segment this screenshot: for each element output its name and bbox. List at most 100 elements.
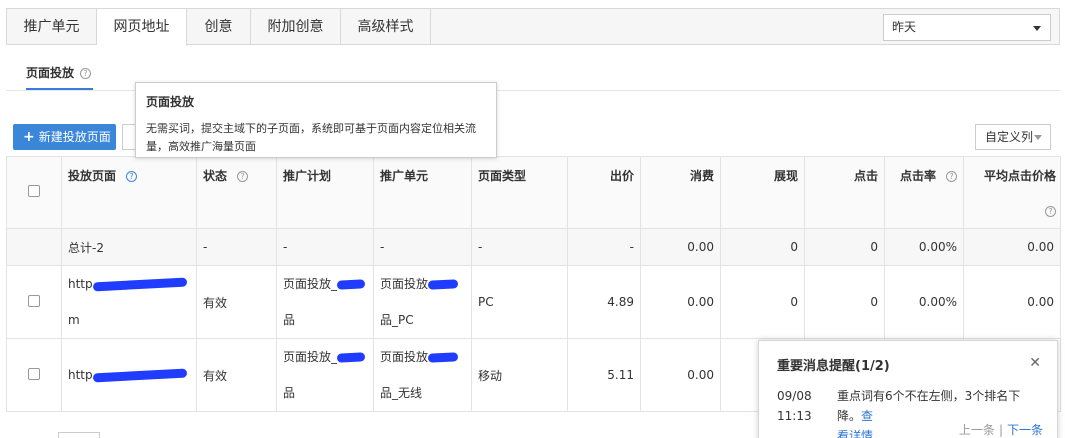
subtab-label: 页面投放 [26,66,75,80]
table-cell[interactable]: 5.11 [567,338,641,412]
new-placement-page-button[interactable]: + 新建投放页面 [13,124,116,150]
tab-bar: 推广单元 网页地址 创意 附加创意 高级样式 昨天 [6,8,1060,46]
table-cell: 0.00 [963,265,1061,339]
redaction-mark [427,279,459,290]
col-header-avg-cpc[interactable]: 平均点击价格? [963,156,1061,229]
table-cell: 页面投放 品_无线 [373,338,472,412]
table-cell [6,265,62,339]
tab-ad-unit[interactable]: 推广单元 [7,9,97,45]
table-cell: 总计-2 [61,228,197,266]
table-cell: http [61,338,197,412]
date-range-select[interactable]: 昨天 [883,14,1051,41]
unit-link[interactable]: 页面投放 [380,339,465,375]
prev-message-link[interactable]: 上一条 [959,423,995,437]
table-cell: - [196,228,277,266]
table-cell: 0 [720,228,805,266]
tab-web-address[interactable]: 网页地址 [97,9,187,46]
plan-link[interactable]: 页面投放_ [283,339,367,375]
table-cell: 页面投放_ 品 [276,338,374,412]
table-row: http m 有效 页面投放_ 品 页面投放 品_PC PC 4.89 0.00… [6,265,1061,339]
table-cell: 页面投放 品_PC [373,265,472,339]
message-pager: 上一条 | 下一条 [958,423,1043,437]
plan-tail: 品 [283,313,296,327]
message-detail-link[interactable]: 查 [861,409,873,423]
table-cell [6,228,62,266]
pagination-select[interactable] [58,432,100,438]
table-cell [6,338,62,412]
table-cell[interactable]: 4.89 [567,265,641,339]
table-cell: - [471,228,568,266]
table-cell: 0.00 [640,338,721,412]
table-cell: 移动 [471,338,568,412]
help-icon[interactable]: ? [1045,206,1056,217]
message-time: 11:13 [777,409,812,423]
help-icon[interactable]: ? [80,68,92,79]
page-url-link[interactable]: http [68,266,190,302]
close-icon[interactable]: ✕ [1029,355,1041,371]
unit-tail: 品_无线 [380,386,423,400]
select-all-cell [6,156,62,229]
table-cell: 有效 [196,265,277,339]
redaction-mark [336,279,366,290]
col-header-page-type[interactable]: 页面类型 [471,156,568,229]
new-button-label: 新建投放页面 [38,130,111,144]
page-url-link[interactable]: http [68,357,190,393]
tab-creative[interactable]: 创意 [187,9,251,45]
tooltip-title: 页面投放 [146,95,195,109]
col-header-page[interactable]: 投放页面? [61,156,197,229]
table-row-total: 总计-2 - - - - - 0.00 0 0 0.00% 0.00 [6,228,1061,266]
table-cell: PC [471,265,568,339]
redaction-mark [92,277,187,292]
row-checkbox[interactable] [28,367,40,380]
table-cell: 0.00% [884,228,964,266]
tab-advanced-style[interactable]: 高级样式 [341,9,431,45]
page-url-tail: m [68,313,80,327]
unit-tail: 品_PC [380,313,414,327]
custom-columns-button[interactable]: 自定义列 [975,124,1051,150]
tooltip-line: 量，高效推广海量页面 [146,140,256,153]
plan-link[interactable]: 页面投放_ [283,266,367,302]
table-header-row: 投放页面? 状态? 推广计划 推广单元 页面类型 出价 消费 展现 点击 点击率… [6,156,1061,229]
message-timestamp: 09/08 11:13 [777,386,837,438]
next-message-link[interactable]: 下一条 [1007,423,1043,437]
view-details-link[interactable]: 看详情 [837,429,873,438]
message-title: 重要消息提醒(1/2) [777,359,890,374]
toolbar-button[interactable] [122,124,136,150]
table-cell: 有效 [196,338,277,412]
table-cell: - [567,228,641,266]
table-cell: 0 [804,228,885,266]
tab-extra-creative[interactable]: 附加创意 [251,9,341,45]
chevron-down-icon [1033,26,1041,31]
table-cell: 0.00 [963,228,1061,266]
col-header-ctr[interactable]: 点击率? [884,156,964,229]
subtab-page-placement[interactable]: 页面投放? [26,64,94,90]
unit-link[interactable]: 页面投放 [380,266,465,302]
message-date: 09/08 [777,389,812,403]
date-range-value: 昨天 [892,20,917,34]
table-cell: 0.00 [640,265,721,339]
table-cell: 0.00% [884,265,964,339]
col-header-plan[interactable]: 推广计划 [276,156,374,229]
table-cell: 页面投放_ 品 [276,265,374,339]
row-checkbox[interactable] [28,294,40,307]
help-icon[interactable]: ? [946,171,957,182]
col-header-unit[interactable]: 推广单元 [373,156,472,229]
select-all-checkbox[interactable] [28,185,40,197]
table-cell: - [373,228,472,266]
help-icon[interactable]: ? [126,171,138,182]
tooltip-line: 无需买词，提交主域下的子页面，系统即可基于页面内容定位相关流 [146,122,476,135]
plan-tail: 品 [283,386,296,400]
tooltip-body: 无需买词，提交主域下的子页面，系统即可基于页面内容定位相关流 量，高效推广海量页… [146,120,486,156]
redaction-mark [336,352,366,363]
plus-icon: + [23,129,35,145]
col-header-impressions[interactable]: 展现 [720,156,805,229]
col-header-clicks[interactable]: 点击 [804,156,885,229]
redaction-mark [427,352,459,363]
col-header-status[interactable]: 状态? [196,156,277,229]
help-tooltip: 页面投放 无需买词，提交主域下的子页面，系统即可基于页面内容定位相关流 量，高效… [135,82,497,158]
col-header-cost[interactable]: 消费 [640,156,721,229]
help-icon[interactable]: ? [237,171,249,182]
table-cell: 0 [804,265,885,339]
col-header-bid[interactable]: 出价 [567,156,641,229]
redaction-mark [92,368,187,383]
